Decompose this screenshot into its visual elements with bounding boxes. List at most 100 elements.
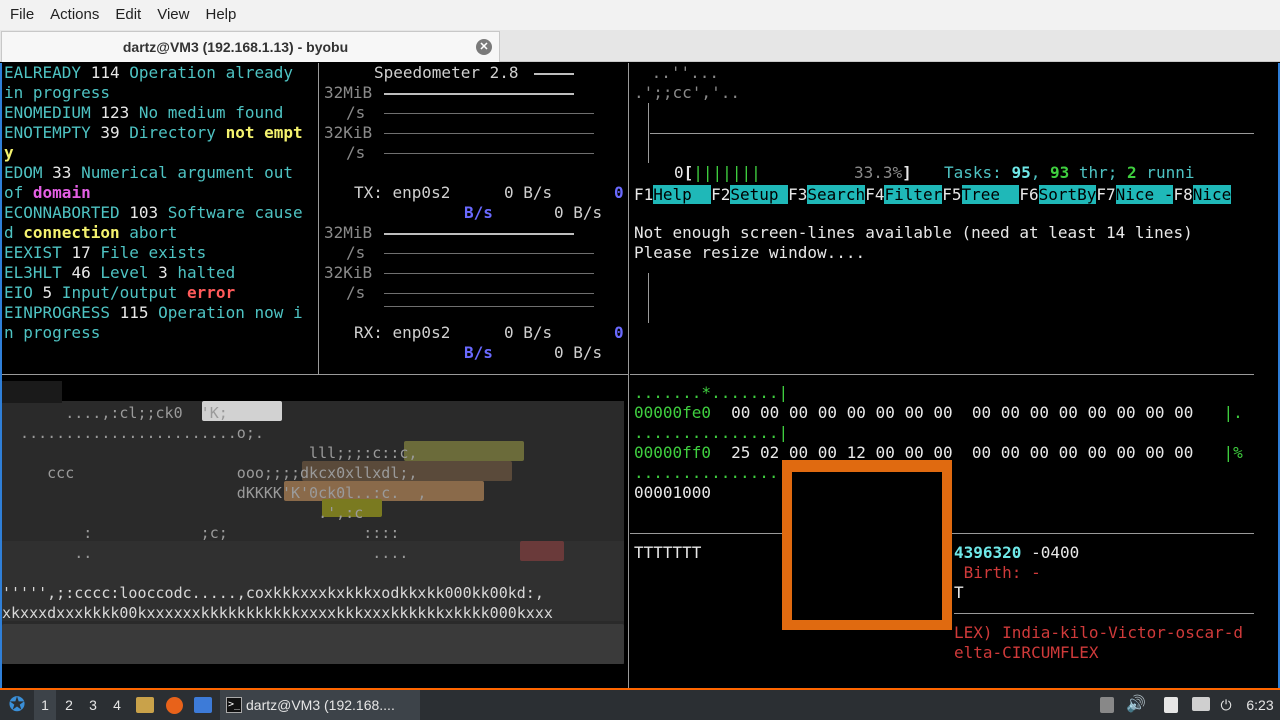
byobu-terminal[interactable]: EALREADY 114 Operation already in progres…: [0, 63, 1280, 688]
workspace-2[interactable]: 2: [58, 690, 80, 720]
menu-edit[interactable]: Edit: [107, 0, 149, 30]
birth-line: Birth: -: [954, 563, 1041, 582]
errno-text: 46: [71, 263, 91, 282]
errno-text: 3: [158, 263, 168, 282]
tx-rate-secondary: 0 B/s: [554, 203, 603, 222]
errno-line: EINPROGRESS 115 Operation now i: [4, 303, 303, 323]
art-line: xkxxxdxxxkkkk00kxxxxxxkkkkkkkkkkkxxxxkkk…: [2, 604, 553, 622]
hexdump-line: 00000fe0 00 00 00 00 00 00 00 00 00 00 00…: [634, 403, 1243, 423]
nato-line: elta-CIRCUMFLEX: [954, 643, 1099, 662]
pane-divider[interactable]: [2, 374, 628, 375]
hex-bytes: 00 00 00 00 00 00 00 00 00 00 00 00 00 0…: [731, 403, 1194, 422]
speedometer-bar: [384, 233, 574, 235]
hex-address: 00000fe0: [634, 403, 712, 422]
speedometer-bar: [384, 93, 574, 95]
fkey-nice-button[interactable]: Nice: [1192, 185, 1232, 204]
errno-text: Directory: [119, 123, 226, 142]
hexdump-line: ...............|: [634, 423, 788, 443]
errno-text: error: [187, 283, 236, 302]
hex-ascii: ...............|: [634, 463, 789, 482]
speedometer-title: Speedometer 2.8: [374, 63, 519, 82]
firefox-icon[interactable]: [166, 697, 183, 714]
menu-file[interactable]: File: [2, 0, 42, 30]
terminal-icon: >_: [226, 697, 242, 713]
htop-logo-line: ..''...: [642, 63, 720, 82]
stat-timezone: -0400: [1021, 543, 1080, 562]
pane-divider[interactable]: [628, 63, 629, 688]
errno-text: Numerical argument out: [71, 163, 293, 182]
hex-ascii: ...............|: [634, 423, 789, 442]
art-shade: [2, 381, 62, 403]
clock[interactable]: 6:23: [1240, 690, 1280, 720]
power-icon[interactable]: ⏻: [1216, 690, 1236, 720]
window-icon[interactable]: [194, 697, 212, 713]
rx-rate-secondary: 0 B/s: [554, 343, 603, 362]
menu-actions[interactable]: Actions: [42, 0, 107, 30]
errno-text: 33: [52, 163, 72, 182]
errno-text: d: [4, 223, 24, 242]
pane-divider[interactable]: [630, 374, 1254, 375]
errno-text: EL3HLT: [4, 263, 72, 282]
speed-unit: 32MiB: [324, 83, 373, 102]
fkey-filter-button[interactable]: Filter: [884, 185, 943, 204]
distro-logo-icon[interactable]: ✪: [4, 690, 30, 720]
volume-icon[interactable]: 🔊: [1126, 690, 1146, 720]
menu-help[interactable]: Help: [197, 0, 244, 30]
errno-text: EALREADY: [4, 63, 91, 82]
pane-divider: [954, 613, 1254, 614]
errno-text: ENOTEMPTY: [4, 123, 101, 142]
hex-address: 00000ff0: [634, 443, 712, 462]
menu-view[interactable]: View: [149, 0, 197, 30]
tx-zero: 0: [614, 183, 624, 202]
hex-ascii-tail: |%: [1223, 443, 1243, 462]
fkey-number: F5: [942, 185, 962, 204]
errno-text: No medium found: [129, 103, 284, 122]
menubar: File Actions Edit View Help: [0, 0, 1280, 30]
errno-text: y: [4, 143, 14, 162]
tasks-label: Tasks:: [944, 163, 1012, 182]
fkey-help-button[interactable]: Help: [653, 185, 712, 204]
t-line: TTTTTTT: [634, 543, 702, 562]
htop-message: Please resize window....: [634, 243, 866, 262]
workspace-1[interactable]: 1: [34, 690, 56, 720]
eject-icon[interactable]: [1100, 697, 1114, 713]
hex-address: 00001000: [634, 483, 712, 502]
errno-text: Operation now i: [148, 303, 303, 322]
cpu-label: 0: [674, 163, 684, 182]
workspace-4[interactable]: 4: [106, 690, 128, 720]
errno-text: abort: [119, 223, 178, 242]
file-manager-icon[interactable]: [136, 697, 154, 713]
fkey-tree-button[interactable]: Tree: [961, 185, 1020, 204]
workspace-3[interactable]: 3: [82, 690, 104, 720]
errno-text: File exists: [90, 243, 207, 262]
nato-line: LEX) India-kilo-Victor-oscar-d: [954, 623, 1243, 642]
threads-count: 93: [1049, 163, 1070, 182]
fkey-sortby-button[interactable]: SortBy: [1038, 185, 1097, 204]
pane-divider: [648, 103, 649, 163]
close-icon[interactable]: ✕: [476, 39, 492, 55]
terminal-tab[interactable]: dartz@VM3 (192.168.1.13) - byobu ✕: [1, 31, 500, 62]
speedometer-bar: [384, 273, 594, 274]
errno-line: y: [4, 143, 14, 163]
orange-overlay-frame: [782, 460, 952, 630]
fkey-nice-button[interactable]: Nice -: [1115, 185, 1174, 204]
fkey-search-button[interactable]: Search: [807, 185, 866, 204]
pane-divider[interactable]: [318, 63, 319, 375]
tab-bar: dartz@VM3 (192.168.1.13) - byobu ✕: [0, 30, 1280, 62]
errno-line: EIO 5 Input/output error: [4, 283, 235, 303]
art-line: lll;;;:c::c,: [2, 444, 418, 462]
speedometer-bar: [384, 253, 594, 254]
network-icon[interactable]: [1192, 697, 1210, 711]
taskbar-window-button[interactable]: >_ dartz@VM3 (192.168....: [220, 690, 420, 720]
clipboard-icon[interactable]: [1164, 697, 1178, 713]
art-line: ........................o;.: [2, 424, 264, 442]
hexdump-line: ...............|: [634, 463, 788, 483]
tasks-count: 95: [1011, 163, 1031, 182]
errno-text: of: [4, 183, 33, 202]
taskbar: ✪ 1234 >_ dartz@VM3 (192.168.... 🔊 ⏻ 6:2…: [0, 688, 1280, 720]
speedometer-bar: [384, 133, 594, 134]
fkey-number: F4: [865, 185, 885, 204]
fkey-setup-button[interactable]: Setup: [730, 185, 789, 204]
errno-line: ECONNABORTED 103 Software cause: [4, 203, 303, 223]
errno-line: ENOTEMPTY 39 Directory not empt: [4, 123, 303, 143]
